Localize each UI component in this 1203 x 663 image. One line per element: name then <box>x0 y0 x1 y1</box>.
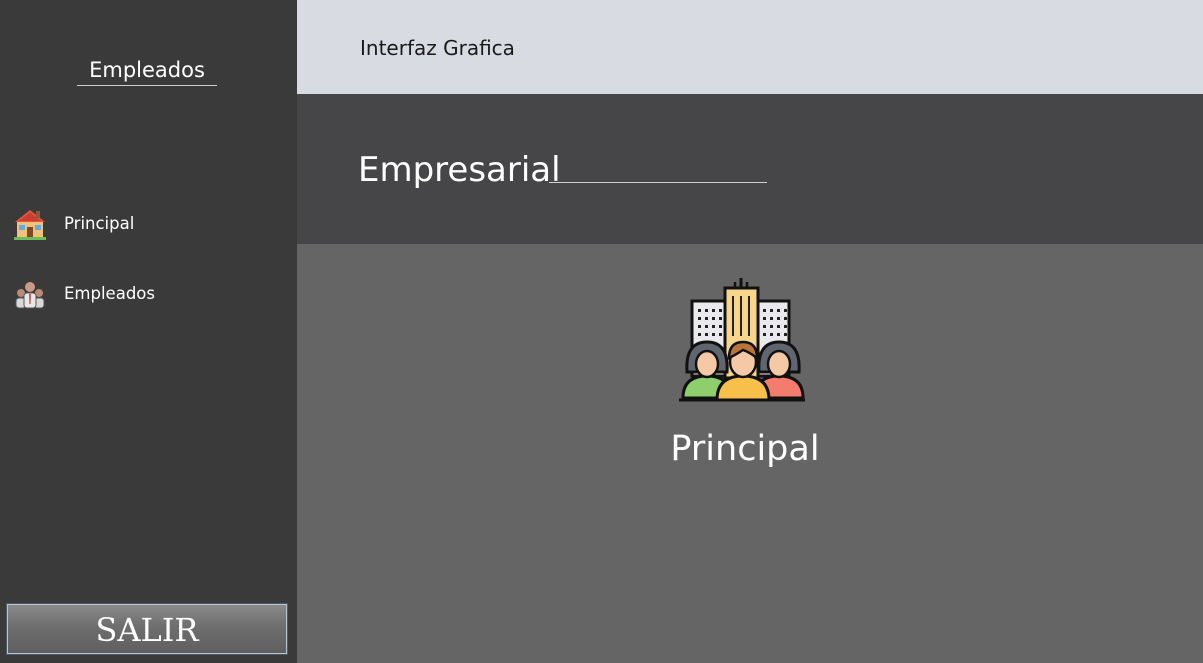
sidebar-item-label: Empleados <box>64 284 155 303</box>
sidebar-title: Empleados <box>77 56 217 86</box>
house-icon <box>14 208 46 240</box>
sidebar-item-label: Principal <box>64 214 135 233</box>
section-title: Empresarial <box>358 150 561 190</box>
sidebar-item-principal[interactable]: Principal <box>0 202 297 246</box>
company-team-icon <box>677 276 807 402</box>
exit-button[interactable]: SALIR <box>6 603 288 655</box>
sidebar-item-empleados[interactable]: Empleados <box>0 272 297 316</box>
employees-icon <box>14 278 46 310</box>
sidebar: Empleados Principal Empleados SALIR <box>0 0 297 663</box>
section-divider <box>549 182 767 183</box>
section-header: Empresarial <box>297 94 1203 244</box>
main-content: Principal <box>297 244 1203 663</box>
hero-label: Principal <box>670 429 820 469</box>
app-window: Empleados Principal Empleados SALIR Inte… <box>0 0 1203 663</box>
top-header: Interfaz Grafica <box>297 0 1203 94</box>
app-title: Interfaz Grafica <box>360 36 515 60</box>
